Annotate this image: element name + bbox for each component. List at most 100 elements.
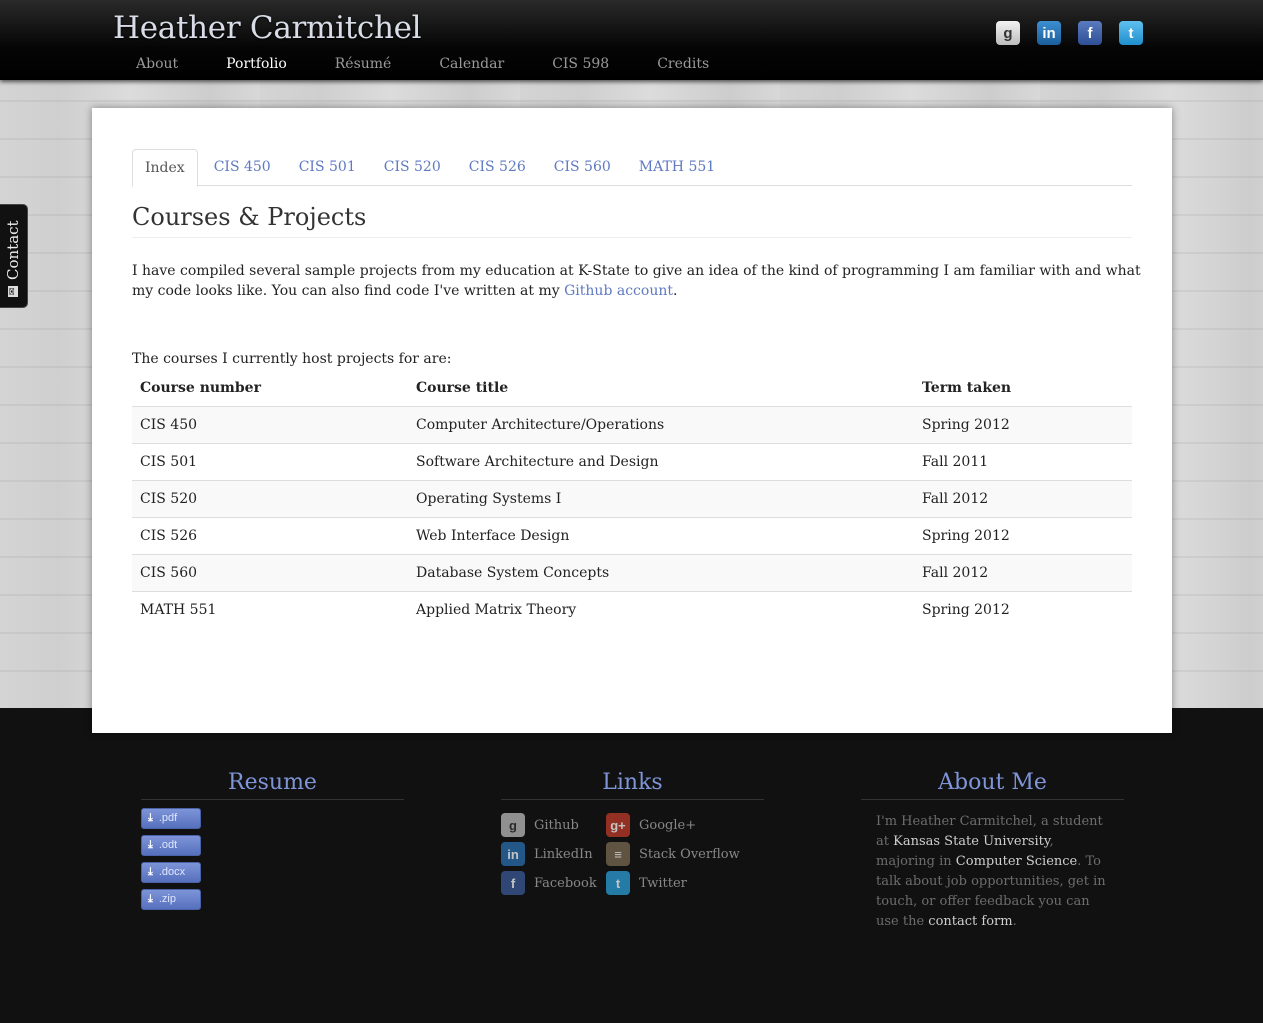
top-navbar: Heather Carmitchel About Portfolio Résum… bbox=[0, 0, 1263, 80]
nav-resume[interactable]: Résumé bbox=[311, 56, 416, 72]
nav-portfolio[interactable]: Portfolio bbox=[202, 56, 311, 72]
cell-course-title: Computer Architecture/Operations bbox=[408, 405, 914, 443]
download-pdf-button[interactable]: ⤓ .pdf bbox=[141, 808, 201, 829]
nav-cis598[interactable]: CIS 598 bbox=[528, 56, 633, 72]
footer-link-twitter[interactable]: t Twitter bbox=[606, 871, 746, 895]
link-label: Github bbox=[534, 817, 579, 833]
cell-course-number: MATH 551 bbox=[132, 590, 408, 628]
cell-course-title: Database System Concepts bbox=[408, 553, 914, 591]
site-brand[interactable]: Heather Carmitchel bbox=[113, 10, 422, 46]
footer-links: Links g Github g+ Google+ in LinkedIn ≡ Stac… bbox=[501, 770, 764, 895]
course-tabs: Index CIS 450 CIS 501 CIS 520 CIS 526 CI… bbox=[132, 149, 1132, 187]
download-docx-button[interactable]: ⤓ .docx bbox=[141, 862, 201, 883]
github-icon[interactable]: g bbox=[996, 21, 1020, 45]
cell-course-title: Web Interface Design bbox=[408, 516, 914, 554]
linkedin-icon[interactable]: in bbox=[1037, 21, 1061, 45]
table-row: CIS 526 Web Interface Design Spring 2012 bbox=[132, 516, 1132, 554]
contact-tab-label: Contact bbox=[4, 220, 22, 280]
cell-term: Fall 2012 bbox=[914, 479, 1132, 517]
stack-overflow-icon: ≡ bbox=[606, 842, 630, 866]
cell-course-number: CIS 560 bbox=[132, 553, 408, 591]
cell-term: Fall 2011 bbox=[914, 442, 1132, 480]
about-paragraph: I'm Heather Carmitchel, a student at Kan… bbox=[876, 812, 1106, 932]
download-icon: ⤓ bbox=[148, 893, 153, 905]
link-label: Stack Overflow bbox=[639, 846, 740, 862]
content-panel: Index CIS 450 CIS 501 CIS 520 CIS 526 CI… bbox=[92, 108, 1172, 733]
cell-term: Spring 2012 bbox=[914, 405, 1132, 443]
cell-course-title: Software Architecture and Design bbox=[408, 442, 914, 480]
nav-credits[interactable]: Credits bbox=[633, 56, 733, 72]
facebook-icon: f bbox=[501, 871, 525, 895]
tab-cis450[interactable]: CIS 450 bbox=[200, 149, 285, 186]
courses-table: Course number Course title Term taken CI… bbox=[132, 370, 1132, 628]
cell-course-title: Operating Systems I bbox=[408, 479, 914, 517]
nav-calendar[interactable]: Calendar bbox=[415, 56, 528, 72]
footer-link-stackoverflow[interactable]: ≡ Stack Overflow bbox=[606, 842, 746, 866]
download-pdf-label: .pdf bbox=[158, 812, 178, 824]
courses-lead-text: The courses I currently host projects fo… bbox=[132, 351, 452, 367]
cell-course-number: CIS 526 bbox=[132, 516, 408, 554]
cell-term: Spring 2012 bbox=[914, 516, 1132, 554]
link-label: Twitter bbox=[639, 875, 687, 891]
header-course-title: Course title bbox=[416, 380, 509, 397]
main-nav: About Portfolio Résumé Calendar CIS 598 … bbox=[113, 56, 733, 72]
envelope-icon: ✉ bbox=[8, 286, 18, 297]
table-row: CIS 560 Database System Concepts Fall 20… bbox=[132, 553, 1132, 591]
intro-end: . bbox=[672, 283, 678, 299]
download-odt-button[interactable]: ⤓ .odt bbox=[141, 835, 201, 856]
table-row: CIS 520 Operating Systems I Fall 2012 bbox=[132, 479, 1132, 517]
cell-term: Fall 2012 bbox=[914, 553, 1132, 591]
social-links: g in f t bbox=[996, 21, 1143, 45]
about-major-link[interactable]: Computer Science bbox=[956, 854, 1077, 869]
tab-cis520[interactable]: CIS 520 bbox=[370, 149, 455, 186]
link-label: Google+ bbox=[639, 817, 697, 833]
tab-index[interactable]: Index bbox=[132, 149, 198, 187]
footer-resume: Resume ⤓ .pdf ⤓ .odt ⤓ .docx ⤓ .zip bbox=[141, 770, 404, 910]
link-label: LinkedIn bbox=[534, 846, 593, 862]
download-icon: ⤓ bbox=[148, 839, 153, 851]
footer-link-facebook[interactable]: f Facebook bbox=[501, 871, 606, 895]
table-row: CIS 501 Software Architecture and Design… bbox=[132, 442, 1132, 480]
tab-cis526[interactable]: CIS 526 bbox=[455, 149, 540, 186]
facebook-icon[interactable]: f bbox=[1078, 21, 1102, 45]
twitter-icon[interactable]: t bbox=[1119, 21, 1143, 45]
about-heading: About Me bbox=[861, 770, 1124, 800]
github-icon: g bbox=[501, 813, 525, 837]
header-term-taken: Term taken bbox=[922, 380, 1012, 397]
page-title: Courses & Projects bbox=[132, 203, 1132, 238]
cell-term: Spring 2012 bbox=[914, 590, 1132, 628]
table-row: MATH 551 Applied Matrix Theory Spring 20… bbox=[132, 590, 1132, 628]
footer-link-googleplus[interactable]: g+ Google+ bbox=[606, 813, 746, 837]
resume-heading: Resume bbox=[141, 770, 404, 800]
github-account-link[interactable]: Github account bbox=[564, 283, 673, 299]
download-zip-label: .zip bbox=[158, 893, 176, 905]
download-icon: ⤓ bbox=[148, 812, 153, 824]
download-icon: ⤓ bbox=[148, 866, 153, 878]
linkedin-icon: in bbox=[501, 842, 525, 866]
about-text-4: . bbox=[1012, 914, 1017, 929]
nav-about[interactable]: About bbox=[113, 56, 202, 72]
intro-paragraph: I have compiled several sample projects … bbox=[132, 261, 1142, 301]
tab-cis501[interactable]: CIS 501 bbox=[285, 149, 370, 186]
footer-about: About Me I'm Heather Carmitchel, a stude… bbox=[861, 770, 1124, 932]
links-heading: Links bbox=[501, 770, 764, 800]
cell-course-number: CIS 520 bbox=[132, 479, 408, 517]
tab-math551[interactable]: MATH 551 bbox=[625, 149, 729, 186]
footer-link-github[interactable]: g Github bbox=[501, 813, 606, 837]
about-school-link[interactable]: Kansas State University bbox=[893, 834, 1049, 849]
tab-cis560[interactable]: CIS 560 bbox=[540, 149, 625, 186]
contact-side-tab[interactable]: ✉ Contact bbox=[0, 204, 28, 308]
header-course-number: Course number bbox=[140, 380, 261, 397]
table-row: CIS 450 Computer Architecture/Operations… bbox=[132, 405, 1132, 443]
google-plus-icon: g+ bbox=[606, 813, 630, 837]
cell-course-number: CIS 450 bbox=[132, 405, 408, 443]
download-zip-button[interactable]: ⤓ .zip bbox=[141, 889, 201, 910]
download-docx-label: .docx bbox=[158, 866, 186, 878]
cell-course-number: CIS 501 bbox=[132, 442, 408, 480]
footer-link-linkedin[interactable]: in LinkedIn bbox=[501, 842, 606, 866]
download-odt-label: .odt bbox=[158, 839, 178, 851]
twitter-icon: t bbox=[606, 871, 630, 895]
contact-form-link[interactable]: contact form bbox=[928, 914, 1012, 929]
table-header-row: Course number Course title Term taken bbox=[132, 370, 1132, 406]
cell-course-title: Applied Matrix Theory bbox=[408, 590, 914, 628]
